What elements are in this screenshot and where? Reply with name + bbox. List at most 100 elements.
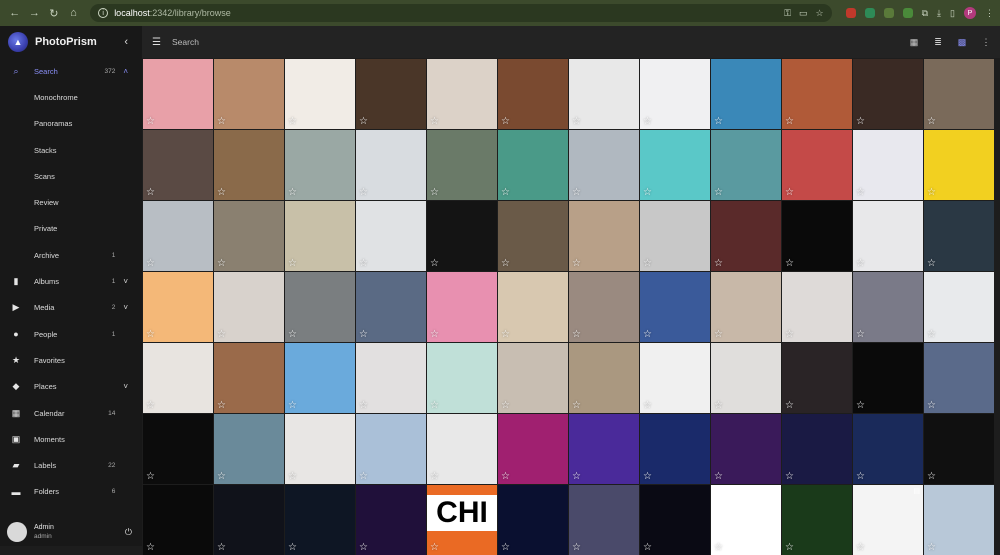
- photo-tile[interactable]: ☆: [143, 272, 213, 342]
- photo-tile[interactable]: ☆: [356, 485, 426, 555]
- favorite-star-icon[interactable]: ☆: [146, 330, 155, 340]
- favorite-star-icon[interactable]: ☆: [927, 330, 936, 340]
- photo-tile[interactable]: ☆: [924, 414, 994, 484]
- photo-tile[interactable]: CHI ☆: [427, 485, 497, 555]
- home-icon[interactable]: ⌂: [65, 4, 83, 22]
- favorite-star-icon[interactable]: ☆: [927, 401, 936, 411]
- favorite-star-icon[interactable]: ☆: [359, 188, 368, 198]
- favorite-star-icon[interactable]: ☆: [501, 543, 510, 553]
- photoprism-logo[interactable]: ▲: [8, 32, 28, 52]
- photo-tile[interactable]: ▤ ☆: [853, 485, 923, 555]
- photo-tile[interactable]: ☆: [498, 59, 568, 129]
- favorite-star-icon[interactable]: ☆: [501, 188, 510, 198]
- photo-tile[interactable]: ☆: [924, 272, 994, 342]
- photo-tile[interactable]: ☆: [498, 485, 568, 555]
- favorite-star-icon[interactable]: ☆: [288, 259, 297, 269]
- photo-tile[interactable]: ☆: [711, 130, 781, 200]
- favorite-star-icon[interactable]: ☆: [217, 117, 226, 127]
- favorite-star-icon[interactable]: ☆: [572, 543, 581, 553]
- sidebar-item-panoramas[interactable]: Panoramas˅: [0, 111, 142, 137]
- bookmark-star-icon[interactable]: ☆: [816, 8, 824, 19]
- photo-tile[interactable]: ☆: [427, 130, 497, 200]
- favorite-star-icon[interactable]: ☆: [146, 472, 155, 482]
- photo-tile[interactable]: ☆: [356, 59, 426, 129]
- shield-extension-icon[interactable]: [845, 8, 856, 18]
- favorite-star-icon[interactable]: ☆: [785, 117, 794, 127]
- favorite-star-icon[interactable]: ☆: [359, 401, 368, 411]
- favorite-star-icon[interactable]: ☆: [288, 543, 297, 553]
- sidebar-item-people[interactable]: ●People1˅: [0, 321, 142, 347]
- chat-extension-icon[interactable]: [864, 8, 875, 18]
- photo-tile[interactable]: ☆: [427, 414, 497, 484]
- sidebar-item-albums[interactable]: ▮ Albums 1 ˅: [0, 268, 142, 294]
- photo-tile[interactable]: ☆: [640, 201, 710, 271]
- photo-tile[interactable]: ☆: [427, 272, 497, 342]
- favorite-star-icon[interactable]: ☆: [430, 117, 439, 127]
- favorite-star-icon[interactable]: ☆: [146, 401, 155, 411]
- photo-tile[interactable]: ☆: [853, 59, 923, 129]
- favorite-star-icon[interactable]: ☆: [501, 401, 510, 411]
- photo-tile[interactable]: ☆: [498, 414, 568, 484]
- photo-tile[interactable]: ☆: [143, 343, 213, 413]
- favorite-star-icon[interactable]: ☆: [643, 472, 652, 482]
- photo-tile[interactable]: ☆: [711, 272, 781, 342]
- favorite-star-icon[interactable]: ☆: [430, 401, 439, 411]
- favorite-star-icon[interactable]: ☆: [501, 117, 510, 127]
- menu-dots-icon[interactable]: ⋮: [985, 8, 994, 19]
- view-list-icon[interactable]: ≣: [932, 37, 944, 47]
- chevron-up-icon[interactable]: ˄: [123, 67, 128, 76]
- photo-tile[interactable]: ☆: [214, 201, 284, 271]
- favorite-star-icon[interactable]: ☆: [288, 330, 297, 340]
- favorite-star-icon[interactable]: ☆: [643, 117, 652, 127]
- sidebar-item-search[interactable]: ⌕ Search 372 ˄: [0, 58, 142, 84]
- extensions-icon[interactable]: ⧉: [922, 8, 928, 19]
- photo-tile[interactable]: ☆: [285, 414, 355, 484]
- favorite-star-icon[interactable]: ☆: [217, 188, 226, 198]
- favorite-star-icon[interactable]: ☆: [359, 117, 368, 127]
- photo-tile[interactable]: ☆: [711, 414, 781, 484]
- photo-tile[interactable]: ☆: [924, 201, 994, 271]
- favorite-star-icon[interactable]: ☆: [146, 259, 155, 269]
- favorite-star-icon[interactable]: ☆: [927, 259, 936, 269]
- photo-tile[interactable]: ☆: [356, 343, 426, 413]
- favorite-star-icon[interactable]: ☆: [856, 188, 865, 198]
- favorite-star-icon[interactable]: ☆: [714, 188, 723, 198]
- photo-tile[interactable]: ☆: [782, 272, 852, 342]
- chevron-down-icon[interactable]: ˅: [123, 277, 128, 286]
- photo-tile[interactable]: ☆: [569, 130, 639, 200]
- photo-tile[interactable]: ☆: [356, 414, 426, 484]
- favorite-star-icon[interactable]: ☆: [430, 259, 439, 269]
- photo-tile[interactable]: ☆: [569, 59, 639, 129]
- favorite-star-icon[interactable]: ☆: [714, 543, 723, 553]
- photo-tile[interactable]: ☆: [853, 414, 923, 484]
- chevron-down-icon[interactable]: ˅: [123, 382, 128, 391]
- view-mosaic-icon[interactable]: ▩: [956, 37, 968, 47]
- photo-tile[interactable]: ☆: [498, 130, 568, 200]
- sidebar-item-scans[interactable]: Scans˅: [0, 163, 142, 189]
- photo-tile[interactable]: ☆: [640, 130, 710, 200]
- photo-tile[interactable]: ☆: [143, 414, 213, 484]
- photo-tile[interactable]: ☆: [285, 272, 355, 342]
- puzzle-extension-icon[interactable]: [902, 8, 913, 18]
- favorite-star-icon[interactable]: ☆: [430, 472, 439, 482]
- back-icon[interactable]: ←: [6, 4, 24, 22]
- favorite-star-icon[interactable]: ☆: [501, 472, 510, 482]
- favorite-star-icon[interactable]: ☆: [572, 472, 581, 482]
- photo-tile[interactable]: ☆: [214, 343, 284, 413]
- favorite-star-icon[interactable]: ☆: [217, 543, 226, 553]
- photo-tile[interactable]: ☆: [640, 343, 710, 413]
- sidebar-item-labels[interactable]: ▰Labels22˅: [0, 452, 142, 478]
- photo-tile[interactable]: ☆: [782, 130, 852, 200]
- sidebar-item-monochrome[interactable]: Monochrome˅: [0, 84, 142, 110]
- favorite-star-icon[interactable]: ☆: [146, 543, 155, 553]
- favorite-star-icon[interactable]: ☆: [643, 543, 652, 553]
- favorite-star-icon[interactable]: ☆: [785, 330, 794, 340]
- favorite-star-icon[interactable]: ☆: [501, 330, 510, 340]
- sidepanel-icon[interactable]: ▯: [950, 8, 955, 19]
- photo-tile[interactable]: ☆: [214, 130, 284, 200]
- search-input[interactable]: [172, 37, 472, 47]
- favorite-star-icon[interactable]: ☆: [856, 401, 865, 411]
- favorite-star-icon[interactable]: ☆: [572, 401, 581, 411]
- photo-tile[interactable]: ☆: [853, 272, 923, 342]
- view-cards-icon[interactable]: ▦: [908, 37, 920, 47]
